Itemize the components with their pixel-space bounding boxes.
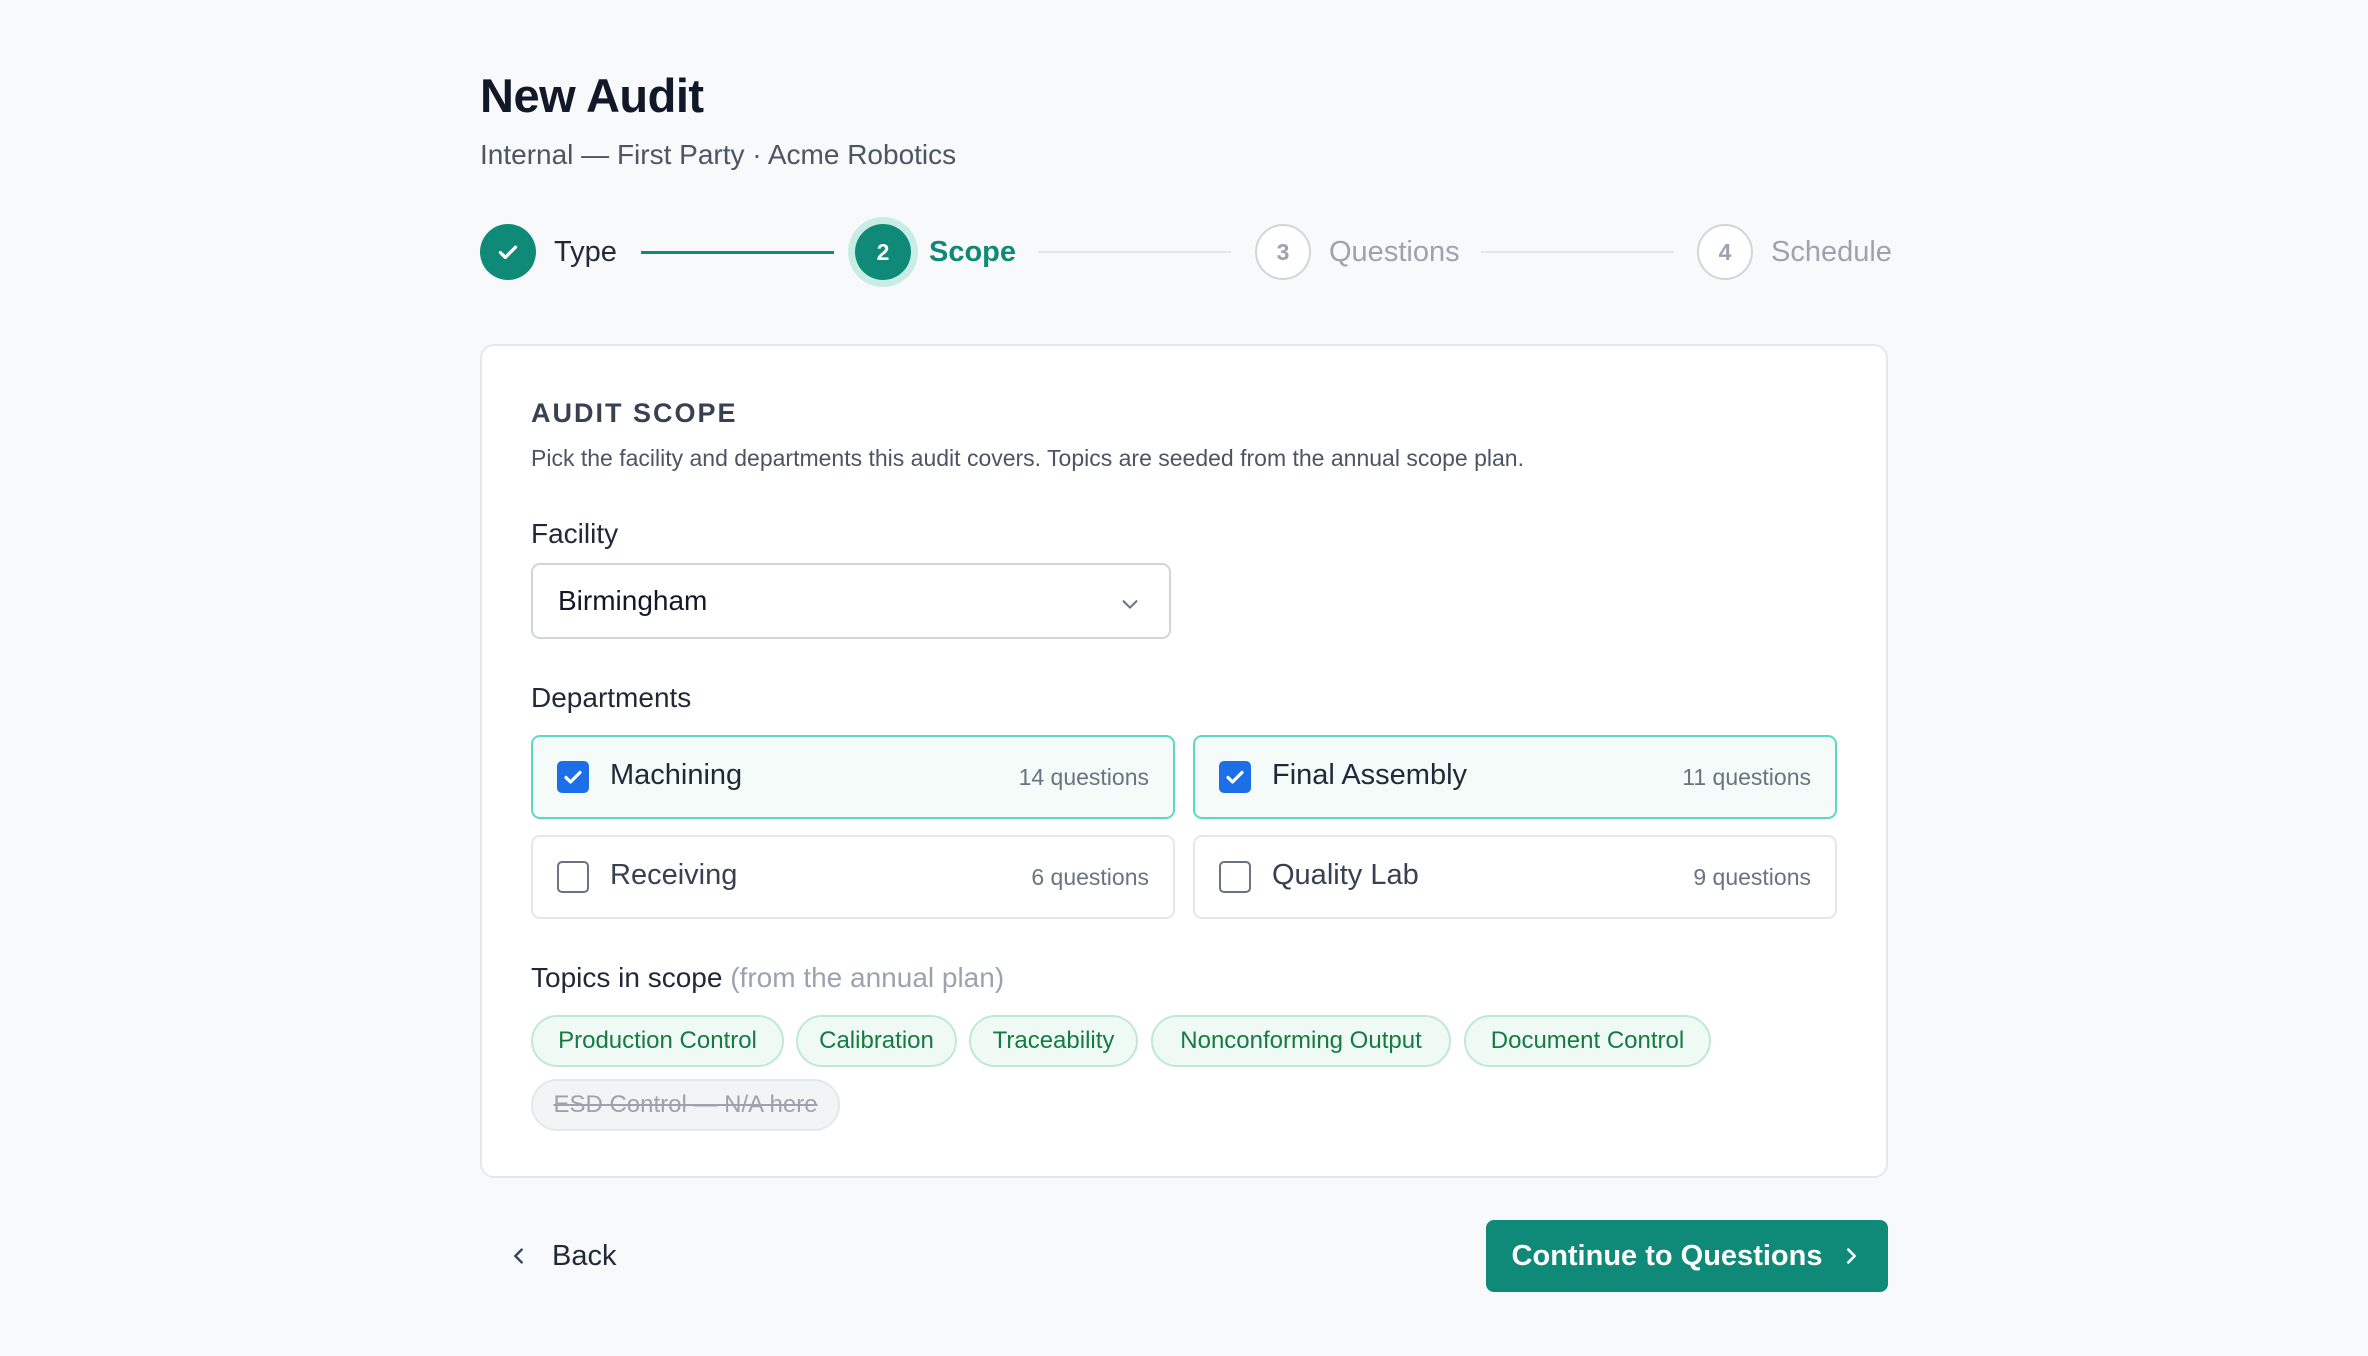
wizard-stepper: Type 2 Scope 3 Questions 4 Schedule <box>480 224 1892 280</box>
department-option-quality-lab[interactable]: Quality Lab 9 questions <box>1193 835 1837 919</box>
topic-chip: Traceability <box>969 1015 1138 1067</box>
topics-label-text: Topics in scope <box>531 962 723 993</box>
topic-chip-not-applicable: ESD Control — N/A here <box>531 1079 840 1131</box>
step-label: Questions <box>1329 235 1460 268</box>
department-question-count: 9 questions <box>1693 864 1811 890</box>
stepper-connector-3 <box>1481 251 1674 253</box>
step-type[interactable]: Type <box>480 224 617 280</box>
back-button[interactable]: Back <box>508 1228 616 1284</box>
department-checkbox[interactable] <box>1219 861 1251 893</box>
facility-label: Facility <box>531 518 619 549</box>
topic-chip: Production Control <box>531 1015 784 1067</box>
section-description: Pick the facility and departments this a… <box>531 445 1524 471</box>
audit-scope-card: AUDIT SCOPE Pick the facility and depart… <box>480 344 1888 1178</box>
departments-label: Departments <box>531 682 692 713</box>
topics-label-hint: (from the annual plan) <box>730 962 1005 993</box>
chevron-down-icon <box>1122 600 1138 609</box>
department-name: Receiving <box>610 859 738 891</box>
page-subtitle: Internal — First Party · Acme Robotics <box>480 139 957 170</box>
step-number: 2 <box>855 224 911 280</box>
topic-chip: Nonconforming Output <box>1151 1015 1451 1067</box>
continue-to-questions-button[interactable]: Continue to Questions <box>1486 1220 1888 1292</box>
department-checkbox[interactable] <box>557 761 589 793</box>
department-checkbox[interactable] <box>1219 761 1251 793</box>
check-icon <box>498 245 518 260</box>
stepper-connector-1 <box>641 251 834 254</box>
step-schedule[interactable]: 4 Schedule <box>1697 224 1892 280</box>
step-label: Schedule <box>1771 235 1892 268</box>
section-title: AUDIT SCOPE <box>531 398 738 428</box>
step-questions[interactable]: 3 Questions <box>1255 224 1460 280</box>
department-question-count: 6 questions <box>1031 864 1149 890</box>
department-checkbox[interactable] <box>557 861 589 893</box>
department-name: Machining <box>610 759 743 791</box>
step-scope[interactable]: 2 Scope <box>855 224 1016 280</box>
step-number: 4 <box>1697 224 1753 280</box>
check-icon <box>1226 770 1244 784</box>
topics-label: Topics in scope (from the annual plan) <box>531 962 1004 994</box>
department-question-count: 11 questions <box>1682 764 1811 790</box>
facility-select-value: Birmingham <box>558 585 708 616</box>
department-option-machining[interactable]: Machining 14 questions <box>531 735 1175 819</box>
page-title: New Audit <box>480 69 704 122</box>
facility-select[interactable]: Birmingham <box>531 563 1171 639</box>
step-complete-badge <box>480 224 536 280</box>
back-button-label: Back <box>552 1239 617 1272</box>
step-number: 3 <box>1255 224 1311 280</box>
department-name: Final Assembly <box>1272 759 1468 791</box>
topic-chip: Document Control <box>1464 1015 1711 1067</box>
department-name: Quality Lab <box>1272 859 1419 891</box>
step-label: Scope <box>929 235 1017 268</box>
continue-button-label: Continue to Questions <box>1511 1239 1823 1272</box>
department-option-receiving[interactable]: Receiving 6 questions <box>531 835 1175 919</box>
department-question-count: 14 questions <box>1018 764 1149 790</box>
topic-chip: Calibration <box>796 1015 957 1067</box>
chevron-left-icon <box>514 1248 523 1264</box>
step-label: Type <box>554 235 617 268</box>
check-icon <box>564 770 582 784</box>
chevron-right-icon <box>1840 1245 1862 1267</box>
stepper-connector-2 <box>1038 251 1231 253</box>
department-option-final-assembly[interactable]: Final Assembly 11 questions <box>1193 735 1837 819</box>
